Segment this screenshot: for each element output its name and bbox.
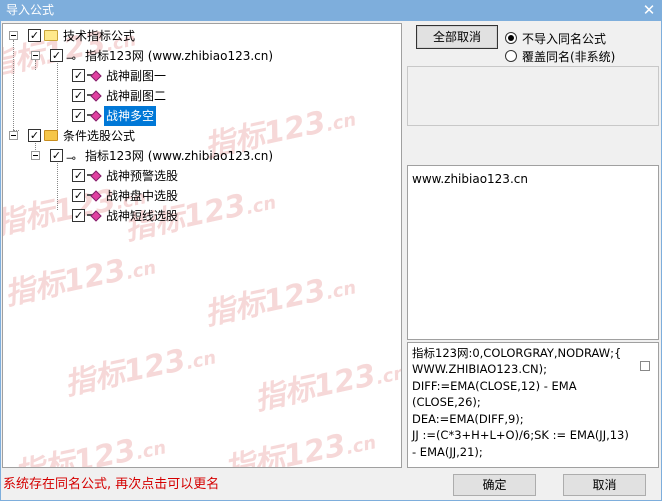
group-2-label: 条件选股公式 <box>63 129 136 143</box>
formula-line: - EMA(JJ,21); <box>412 445 483 459</box>
tree-node-group-2-source[interactable]: ✓ ⊸ 指标123网 (www.zhibiao123.cn) <box>3 146 303 166</box>
source-2-checkbox[interactable]: ✓ <box>50 149 63 162</box>
overwrite-label[interactable]: 覆盖同名(非系统) <box>522 48 615 65</box>
tree-item-selected[interactable]: ✓ 战神多空 <box>3 106 303 126</box>
title-bar: 导入公式 ✕ <box>0 0 662 21</box>
item-checkbox[interactable]: ✓ <box>72 89 85 102</box>
formula-line: DEA:=EMA(DIFF,9); <box>412 412 524 426</box>
formula-icon <box>90 110 102 122</box>
item-checkbox[interactable]: ✓ <box>72 189 85 202</box>
item-checkbox[interactable]: ✓ <box>72 109 85 122</box>
collapse-icon[interactable] <box>9 131 18 140</box>
formula-icon <box>90 170 102 182</box>
watermark: 指标123.cn <box>201 272 359 333</box>
description-panel: www.zhibiao123.cn <box>407 165 659 340</box>
overwrite-radio[interactable] <box>505 50 517 62</box>
formula-icon <box>90 190 102 202</box>
watermark: 指标123.cn <box>61 342 219 403</box>
item-checkbox[interactable]: ✓ <box>72 209 85 222</box>
tree-item[interactable]: ✓ 战神副图一 <box>3 66 303 86</box>
scroll-box[interactable] <box>640 361 650 371</box>
item-checkbox[interactable]: ✓ <box>72 69 85 82</box>
item-label: 战神副图一 <box>106 69 167 83</box>
window-title: 导入公式 <box>6 3 55 17</box>
close-icon[interactable]: ✕ <box>640 0 658 21</box>
cancel-button[interactable]: 取消 <box>563 474 646 496</box>
formula-line: (CLOSE,26); <box>412 395 481 409</box>
watermark: 指标123.cn <box>2 252 159 313</box>
folder-open-icon <box>44 130 58 141</box>
tree-item[interactable]: ✓ 战神副图二 <box>3 86 303 106</box>
tree-node-group-1-source[interactable]: ✓ ⊸ 指标123网 (www.zhibiao123.cn) <box>3 46 303 66</box>
formula-icon <box>90 210 102 222</box>
no-import-label[interactable]: 不导入同名公式 <box>522 30 606 47</box>
options-group-frame <box>407 66 659 126</box>
formula-line: 指标123网:0,COLORGRAY,NODRAW;{ <box>412 346 622 360</box>
item-label: 战神副图二 <box>106 89 167 103</box>
watermark: 指标123.cn <box>221 427 379 468</box>
no-import-radio[interactable] <box>505 32 517 44</box>
key-icon: ⊸ <box>66 51 77 65</box>
tree-node-group-1[interactable]: ✓ 技术指标公式 <box>3 26 303 46</box>
formula-tree[interactable]: 指标123.cn 指标123.cn 指标123.cn 指标123.cn 指标12… <box>2 23 402 468</box>
status-message: 系统存在同名公式, 再次点击可以更名 <box>3 477 220 492</box>
formula-line: JJ :=(C*3+H+L+O)/6;SK := EMA(JJ,13) <box>412 428 629 442</box>
item-label: 战神短线选股 <box>106 209 179 223</box>
source-1-checkbox[interactable]: ✓ <box>50 49 63 62</box>
formula-line: WWW.ZHIBIAO123.CN); <box>412 362 547 376</box>
group-1-checkbox[interactable]: ✓ <box>28 29 41 42</box>
group-1-label: 技术指标公式 <box>63 29 136 43</box>
folder-icon <box>44 30 58 41</box>
formula-line: DIFF:=EMA(CLOSE,12) - EMA <box>412 379 577 393</box>
item-checkbox[interactable]: ✓ <box>72 169 85 182</box>
item-label: 战神多空 <box>104 106 157 126</box>
source-1-label: 指标123网 (www.zhibiao123.cn) <box>85 49 274 63</box>
tree-item[interactable]: ✓ 战神短线选股 <box>3 206 303 226</box>
formula-icon <box>90 70 102 82</box>
description-text: www.zhibiao123.cn <box>412 172 528 186</box>
watermark: 指标123.cn <box>11 432 169 468</box>
deselect-all-button[interactable]: 全部取消 <box>416 25 498 49</box>
item-label: 战神盘中选股 <box>106 189 179 203</box>
key-icon: ⊸ <box>66 151 77 165</box>
watermark: 指标123.cn <box>251 357 402 418</box>
tree-item[interactable]: ✓ 战神预警选股 <box>3 166 303 186</box>
formula-source-panel: 指标123网:0,COLORGRAY,NODRAW;{ WWW.ZHIBIAO1… <box>407 342 659 468</box>
tree-item[interactable]: ✓ 战神盘中选股 <box>3 186 303 206</box>
ok-button[interactable]: 确定 <box>453 474 536 496</box>
formula-icon <box>90 90 102 102</box>
tree-node-group-2[interactable]: ✓ 条件选股公式 <box>3 126 303 146</box>
group-2-checkbox[interactable]: ✓ <box>28 129 41 142</box>
item-label: 战神预警选股 <box>106 169 179 183</box>
source-2-label: 指标123网 (www.zhibiao123.cn) <box>85 149 274 163</box>
collapse-icon[interactable] <box>31 51 40 60</box>
collapse-icon[interactable] <box>9 31 18 40</box>
collapse-icon[interactable] <box>31 151 40 160</box>
